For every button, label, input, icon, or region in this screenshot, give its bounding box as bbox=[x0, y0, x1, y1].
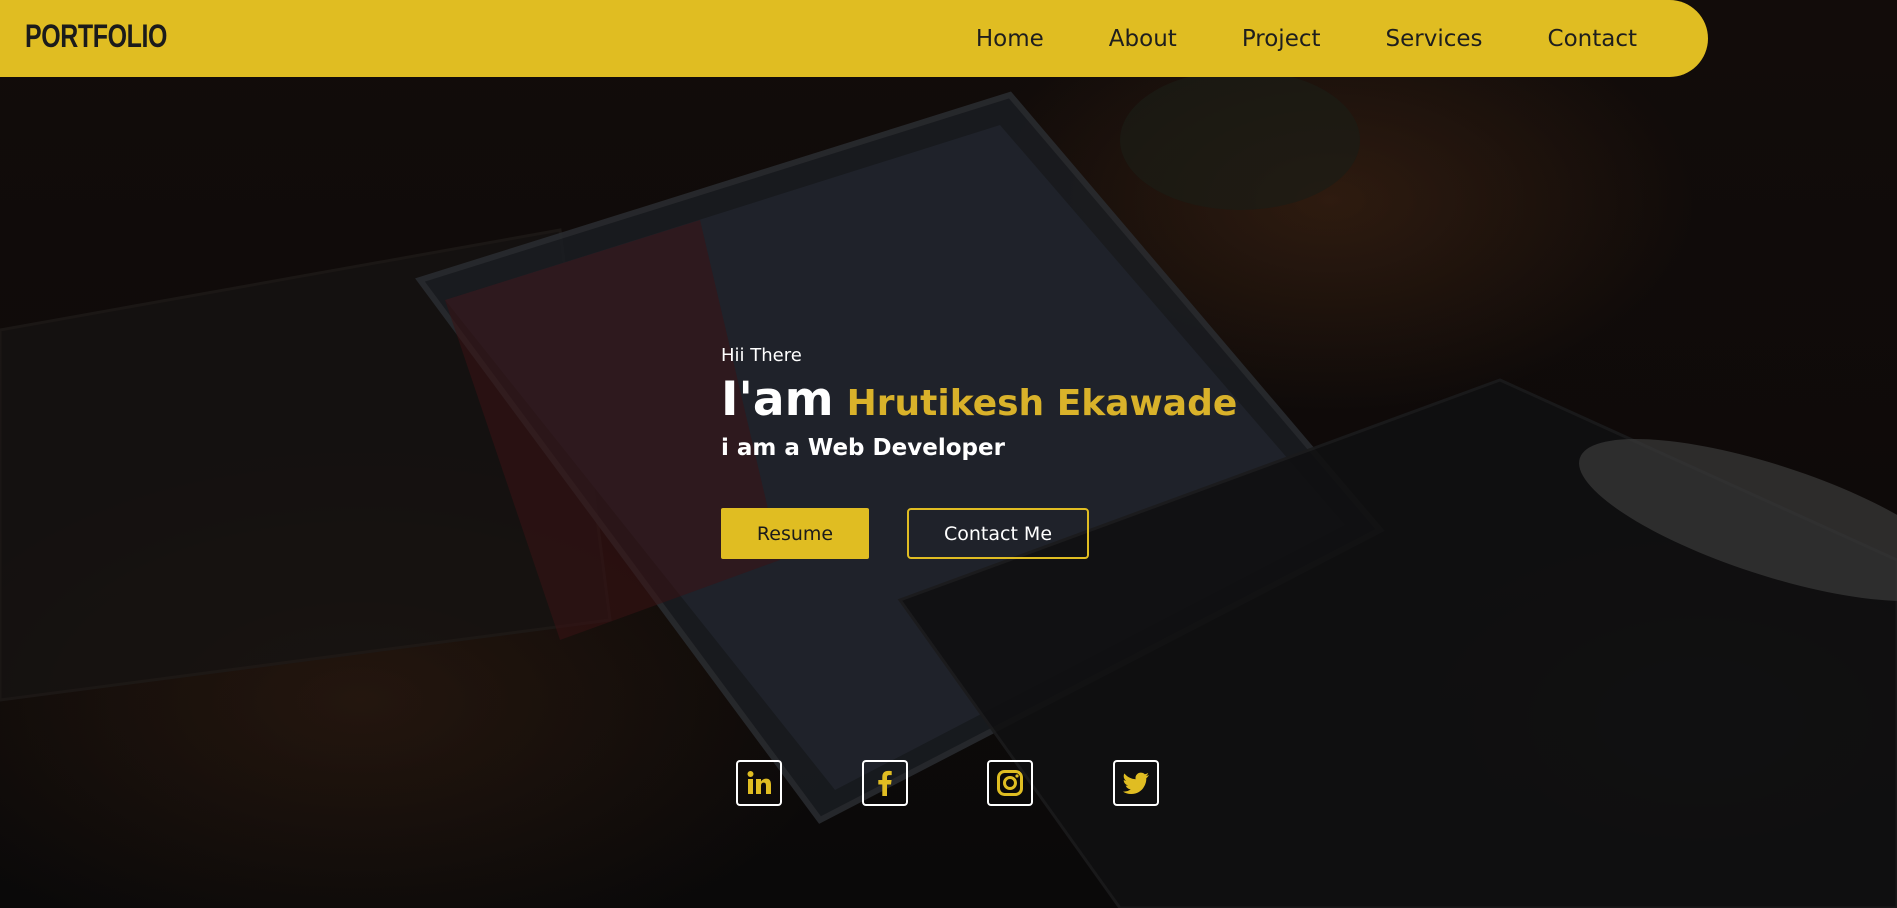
instagram-icon[interactable] bbox=[987, 760, 1033, 806]
linkedin-glyph bbox=[747, 771, 771, 794]
hero-buttons: Resume Contact Me bbox=[721, 508, 1089, 559]
hero-greeting: Hii There bbox=[721, 345, 802, 366]
twitter-glyph bbox=[1122, 772, 1149, 794]
navbar: PORTFOLIO Home About Project Services Co… bbox=[0, 0, 1708, 77]
linkedin-icon[interactable] bbox=[736, 760, 782, 806]
nav-link-project[interactable]: Project bbox=[1242, 26, 1321, 52]
nav-links: Home About Project Services Contact bbox=[976, 0, 1637, 77]
hero-name: Hrutikesh Ekawade bbox=[846, 383, 1238, 424]
nav-link-contact[interactable]: Contact bbox=[1548, 26, 1637, 52]
logo[interactable]: PORTFOLIO bbox=[25, 18, 167, 55]
hero-iam: I'am bbox=[721, 372, 834, 427]
nav-link-about[interactable]: About bbox=[1109, 26, 1177, 52]
nav-link-services[interactable]: Services bbox=[1386, 26, 1483, 52]
hero-headline: I'am Hrutikesh Ekawade bbox=[721, 372, 1237, 427]
resume-button[interactable]: Resume bbox=[721, 508, 869, 559]
facebook-icon[interactable] bbox=[862, 760, 908, 806]
contact-me-button[interactable]: Contact Me bbox=[907, 508, 1089, 559]
twitter-icon[interactable] bbox=[1113, 760, 1159, 806]
hero-role: i am a Web Developer bbox=[721, 435, 1005, 461]
instagram-glyph bbox=[997, 770, 1023, 796]
nav-link-home[interactable]: Home bbox=[976, 26, 1044, 52]
hero-section: Hii There I'am Hrutikesh Ekawade i am a … bbox=[721, 345, 1237, 559]
facebook-glyph bbox=[878, 770, 892, 796]
